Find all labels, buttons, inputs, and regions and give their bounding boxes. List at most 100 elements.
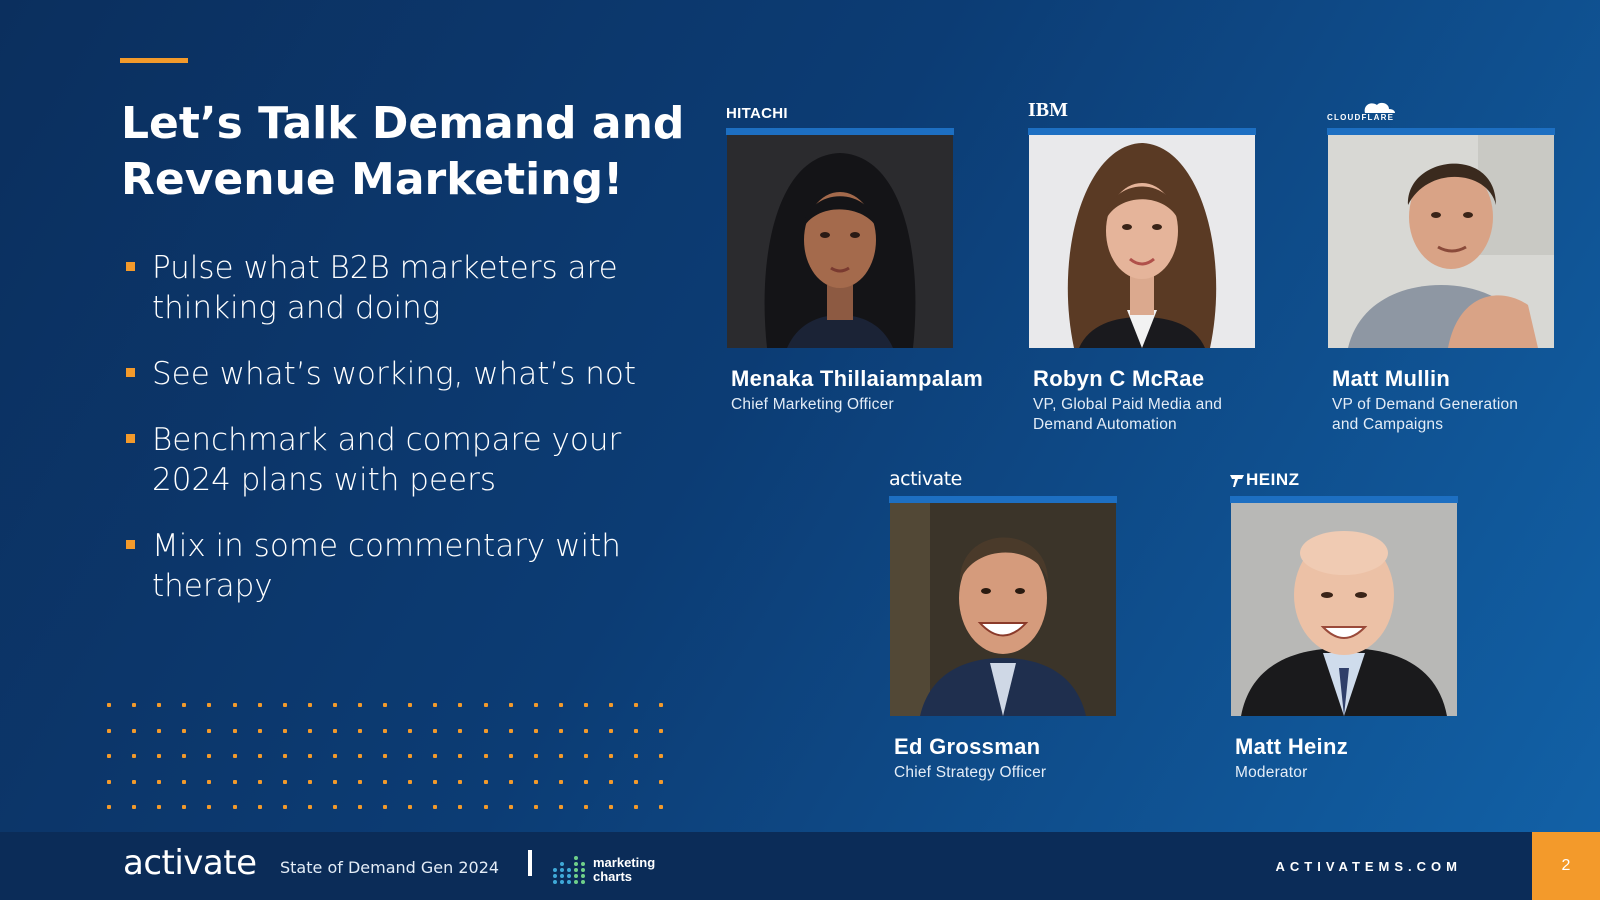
heinz-logo-text: HEINZ — [1246, 470, 1300, 489]
speaker-photo — [1328, 135, 1554, 348]
decorative-dot — [307, 805, 312, 809]
decorative-dot — [132, 703, 137, 707]
decorative-dot — [182, 779, 187, 784]
decorative-dot — [433, 779, 438, 784]
bullet-item: See what’s working, what’s not — [124, 354, 684, 394]
decorative-dot — [257, 779, 262, 784]
decorative-dot — [634, 754, 639, 758]
decorative-dot — [609, 779, 613, 784]
decorative-dot — [433, 754, 438, 758]
decorative-dot — [408, 703, 413, 707]
bullet-item: Mix in some commentary with therapy — [124, 526, 684, 606]
decorative-dot — [257, 703, 262, 707]
ibm-logo: IBM — [1028, 99, 1068, 121]
heinz-logo: HEINZ — [1230, 468, 1500, 490]
speaker-photo — [727, 135, 953, 348]
bullet-text: See what’s working, what’s not — [152, 356, 637, 392]
heinz-keystone-icon — [1230, 475, 1244, 487]
decorative-dot — [332, 754, 337, 758]
decorative-dot — [157, 805, 162, 809]
decorative-dot — [458, 703, 463, 707]
decorative-dot — [207, 703, 212, 707]
decorative-dot — [558, 754, 563, 758]
speaker-card-cloudflare: CLOUDFLARE Matt Mullin VP of Demand Gene… — [1327, 100, 1597, 435]
marketing-charts-line-2: charts — [593, 869, 633, 884]
decorative-dot — [332, 779, 337, 784]
slide-title-line-1: Let’s Talk Demand and — [121, 98, 685, 149]
woman-portrait-icon — [727, 135, 953, 348]
decorative-dot — [458, 805, 463, 809]
decorative-dot — [558, 728, 563, 733]
decorative-dot-grid — [107, 703, 667, 813]
decorative-dot — [257, 805, 262, 809]
bullet-marker-icon — [126, 368, 135, 377]
bullet-marker-icon — [126, 262, 135, 271]
decorative-dot — [132, 805, 137, 809]
speaker-role: Chief Marketing Officer — [731, 395, 996, 415]
bullet-item: Benchmark and compare your 2024 plans wi… — [124, 420, 684, 500]
decorative-dot — [508, 805, 513, 809]
decorative-dot — [508, 779, 513, 784]
decorative-dot — [107, 805, 111, 809]
decorative-dot — [433, 703, 438, 707]
decorative-dot — [282, 779, 287, 784]
decorative-dot — [358, 805, 362, 809]
speaker-photo — [890, 503, 1116, 716]
decorative-dot — [634, 728, 639, 733]
speaker-photo-frame — [1028, 128, 1256, 348]
speaker-role-line-1: VP of Demand Generation — [1332, 396, 1519, 413]
decorative-dot — [483, 805, 488, 809]
decorative-dot — [157, 703, 162, 707]
decorative-dot — [508, 754, 513, 758]
speaker-role: Chief Strategy Officer — [894, 763, 1159, 783]
decorative-dot — [232, 728, 237, 733]
decorative-dot — [207, 805, 212, 809]
speaker-name: Matt Mullin — [1332, 366, 1451, 391]
decorative-dot — [634, 703, 639, 707]
decorative-dot — [383, 754, 388, 758]
decorative-dot — [358, 728, 362, 733]
speaker-name: Robyn C McRae — [1033, 366, 1205, 391]
man-portrait-icon — [890, 503, 1116, 716]
cloudflare-logo: CLOUDFLARE — [1327, 100, 1597, 122]
decorative-dot — [583, 728, 588, 733]
decorative-dot — [332, 805, 337, 809]
speaker-card-heinz: HEINZ Matt Heinz Moderator — [1230, 468, 1500, 783]
marketing-charts-logo-text: marketing charts — [593, 856, 655, 884]
decorative-dot — [182, 805, 187, 809]
decorative-dot — [358, 754, 362, 758]
decorative-dot — [558, 779, 563, 784]
decorative-dot — [558, 805, 563, 809]
decorative-dot — [282, 754, 287, 758]
decorative-dot — [207, 754, 212, 758]
speaker-card-ibm: IBM Robyn C McRae VP, Global Paid Media … — [1028, 99, 1298, 435]
decorative-dot — [182, 728, 187, 733]
decorative-dot — [659, 805, 664, 809]
decorative-dot — [583, 754, 588, 758]
speaker-name: Ed Grossman — [894, 734, 1041, 759]
cloudflare-logo-text: CLOUDFLARE — [1327, 113, 1395, 122]
decorative-dot — [307, 703, 312, 707]
decorative-dot — [483, 703, 488, 707]
decorative-dot — [609, 805, 613, 809]
page-number: 2 — [1532, 832, 1600, 900]
bullet-text: Pulse what B2B marketers are thinking an… — [152, 250, 618, 326]
bullet-marker-icon — [126, 540, 135, 549]
slide: Let’s Talk Demand and Revenue Marketing!… — [0, 0, 1600, 832]
decorative-dot — [533, 779, 538, 784]
decorative-dot — [383, 805, 388, 809]
title-accent-bar — [120, 58, 188, 63]
event-title: State of Demand Gen 2024 — [280, 858, 500, 877]
decorative-dot — [383, 728, 388, 733]
decorative-dot — [659, 703, 664, 707]
footer-bar: activate State of Demand Gen 2024 market… — [0, 832, 1600, 900]
speaker-photo — [1029, 135, 1255, 348]
decorative-dot — [257, 728, 262, 733]
decorative-dot — [182, 703, 187, 707]
decorative-dot — [583, 779, 588, 784]
speaker-photo-frame — [1327, 128, 1555, 348]
decorative-dot — [659, 728, 664, 733]
decorative-dot — [458, 779, 463, 784]
bullet-marker-icon — [126, 434, 135, 443]
bullet-text: Mix in some commentary with therapy — [152, 528, 621, 604]
